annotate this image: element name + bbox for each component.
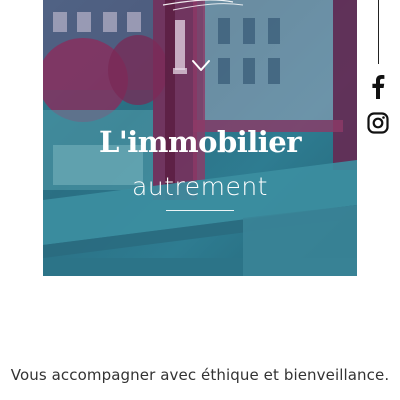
hero-title: L'immobilier — [98, 125, 302, 159]
tagline: Vous accompagner avec éthique et bienvei… — [10, 366, 390, 384]
hero-banner: L'immobilier autrement — [43, 0, 357, 276]
instagram-icon[interactable] — [366, 111, 390, 135]
facebook-icon[interactable] — [366, 75, 390, 99]
chevron-down-icon[interactable] — [191, 59, 211, 73]
hero-subtitle: autrement — [132, 172, 268, 201]
hero-underline — [166, 210, 234, 211]
social-divider-line — [378, 0, 379, 64]
